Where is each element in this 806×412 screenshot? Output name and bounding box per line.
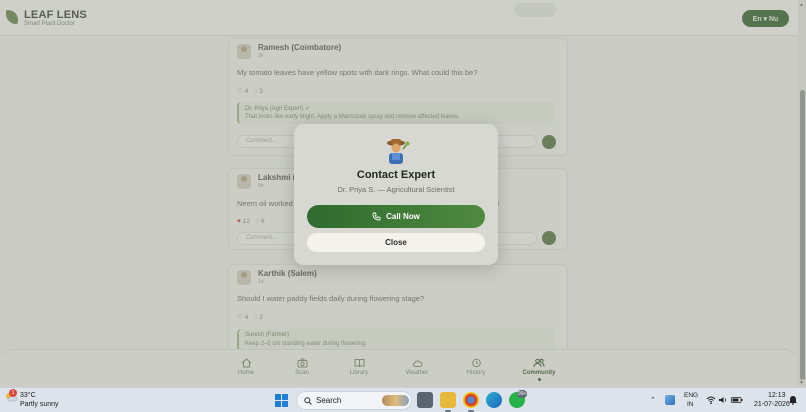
clock-time[interactable]: 12:13: [768, 392, 786, 399]
phone-icon: [372, 212, 381, 221]
wifi-icon[interactable]: [706, 395, 716, 405]
notification-bell-icon[interactable]: [788, 395, 798, 405]
language-indicator[interactable]: ENG: [684, 392, 698, 399]
weather-condition[interactable]: Partly sunny: [20, 401, 59, 408]
whatsapp-badge: 99+: [517, 390, 528, 398]
search-highlight-image: [382, 395, 409, 406]
file-explorer-icon[interactable]: [440, 392, 456, 412]
chrome-icon[interactable]: [463, 392, 479, 412]
volume-icon[interactable]: [718, 395, 728, 405]
edge-icon[interactable]: [486, 392, 502, 408]
onedrive-icon[interactable]: [665, 395, 675, 405]
dialog-title: Contact Expert: [356, 169, 436, 181]
contact-expert-dialog: Contact Expert Dr. Priya S. — Agricultur…: [294, 124, 498, 265]
taskbar-search[interactable]: Search: [296, 391, 412, 410]
search-label: Search: [316, 396, 342, 405]
call-now-button[interactable]: Call Now: [307, 205, 485, 228]
temperature[interactable]: 33°C: [20, 392, 36, 399]
close-button[interactable]: Close: [307, 233, 485, 252]
windows-start-icon[interactable]: [275, 394, 288, 407]
search-icon: [304, 397, 312, 405]
show-hidden-icons-chevron-icon[interactable]: ⌃: [650, 396, 656, 404]
region-indicator[interactable]: IN: [687, 401, 694, 408]
windows-taskbar: 1 33°C Partly sunny Search 99+ ⌃ ENG IN …: [0, 387, 806, 412]
battery-icon[interactable]: [731, 395, 743, 405]
task-view-icon[interactable]: [417, 392, 433, 408]
farmer-icon: [387, 139, 410, 164]
weather-alert-badge: 1: [9, 389, 17, 397]
call-now-label: Call Now: [386, 212, 420, 221]
expert-name: Dr. Priya S. — Agricultural Scientist: [337, 185, 455, 194]
clock-date[interactable]: 21-07-2026: [754, 401, 790, 408]
